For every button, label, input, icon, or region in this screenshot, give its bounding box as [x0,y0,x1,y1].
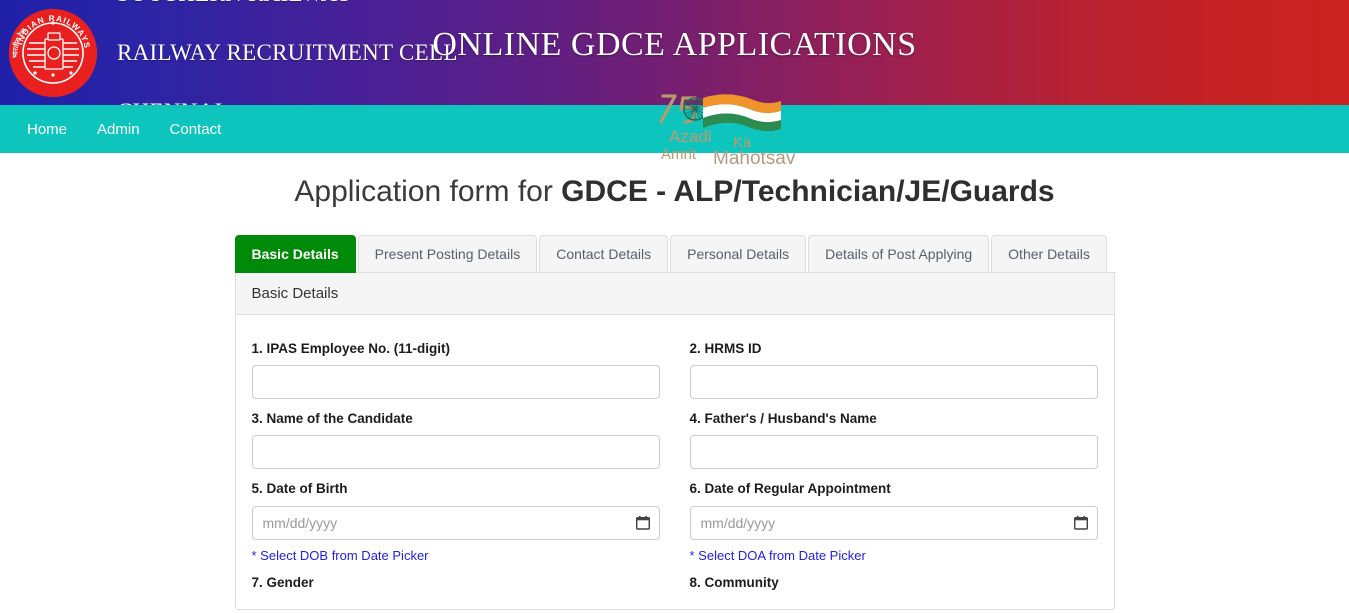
field-date-of-regular-appointment: 6. Date of Regular Appointment mm/dd/yyy… [689,469,1098,563]
tab-present-posting-details[interactable]: Present Posting Details [357,235,538,274]
date-of-birth-wrapper [251,505,660,540]
father-husband-name-label: 4. Father's / Husband's Name [689,411,877,427]
calendar-icon[interactable] [635,515,650,530]
field-community: 8. Community [690,563,1098,599]
form-row-3: 5. Date of Birth * Select DOB f [251,469,1098,563]
tab-basic-details[interactable]: Basic Details [234,235,356,274]
page-title-prefix: Application form for [294,175,562,208]
date-of-regular-appointment-wrapper [689,505,1098,540]
form-row-4: 7. Gender 8. Community [252,563,1098,599]
date-of-birth-input[interactable] [251,505,660,540]
page-title: Application form for GDCE - ALP/Technici… [0,175,1349,208]
ipas-employee-no-label: 1. IPAS Employee No. (11-digit) [251,341,451,357]
org-line-2: RAILWAY RECRUITMENT CELL [117,39,458,65]
date-of-regular-appointment-input[interactable] [689,505,1098,540]
ipas-employee-no-input[interactable] [251,365,660,400]
date-of-birth-label: 5. Date of Birth [251,481,348,497]
community-label: 8. Community [689,575,779,591]
nav-item-home[interactable]: Home [12,116,82,143]
panel-heading: Basic Details [235,273,1114,316]
form-row-2: 3. Name of the Candidate 4. Father's / H… [251,399,1098,470]
org-line-1: SOUTHERN RAILWAY [117,0,458,8]
date-of-regular-appointment-hint: * Select DOA from Date Picker [689,547,866,563]
tab-contact-details[interactable]: Contact Details [539,235,669,274]
tab-other-details[interactable]: Other Details [991,235,1107,274]
indian-railways-logo: INDIAN RAILWAYS भारतीय रेल [5,5,101,101]
gender-label: 7. Gender [251,575,314,591]
nav-item-contact[interactable]: Contact [155,116,237,143]
candidate-name-label: 3. Name of the Candidate [251,411,413,427]
tab-personal-details[interactable]: Personal Details [670,235,807,274]
date-of-regular-appointment-label: 6. Date of Regular Appointment [689,481,891,497]
page-title-strong: GDCE - ALP/Technician/JE/Guards [561,175,1055,208]
field-ipas-employee-no: 1. IPAS Employee No. (11-digit) [251,329,660,400]
field-father-husband-name: 4. Father's / Husband's Name [689,399,1098,470]
date-of-birth-hint: * Select DOB from Date Picker [251,547,429,563]
calendar-icon[interactable] [1073,515,1088,530]
main-navigation: Home Admin Contact [0,105,1349,153]
hrms-id-input[interactable] [689,365,1098,400]
field-gender: 7. Gender [252,563,660,599]
form-row-1: 1. IPAS Employee No. (11-digit) 2. HRMS … [251,329,1098,400]
form-tabs: Basic Details Present Posting Details Co… [234,234,1115,274]
form-container: Basic Details Present Posting Details Co… [234,208,1115,611]
field-candidate-name: 3. Name of the Candidate [251,399,660,470]
railways-emblem-icon: INDIAN RAILWAYS भारतीय रेल [9,8,97,97]
site-header-banner: INDIAN RAILWAYS भारतीय रेल SOUTHERN RAIL… [0,0,1349,124]
candidate-name-input[interactable] [251,435,660,470]
field-hrms-id: 2. HRMS ID [689,329,1098,400]
hrms-id-label: 2. HRMS ID [689,341,762,357]
panel-body: 1. IPAS Employee No. (11-digit) 2. HRMS … [236,315,1114,609]
father-husband-name-input[interactable] [689,435,1098,470]
basic-details-panel: Basic Details 1. IPAS Employee No. (11-d… [234,273,1115,611]
nav-item-admin[interactable]: Admin [82,116,155,143]
field-date-of-birth: 5. Date of Birth * Select DOB f [251,469,660,563]
tab-details-of-post-applying[interactable]: Details of Post Applying [808,235,990,274]
